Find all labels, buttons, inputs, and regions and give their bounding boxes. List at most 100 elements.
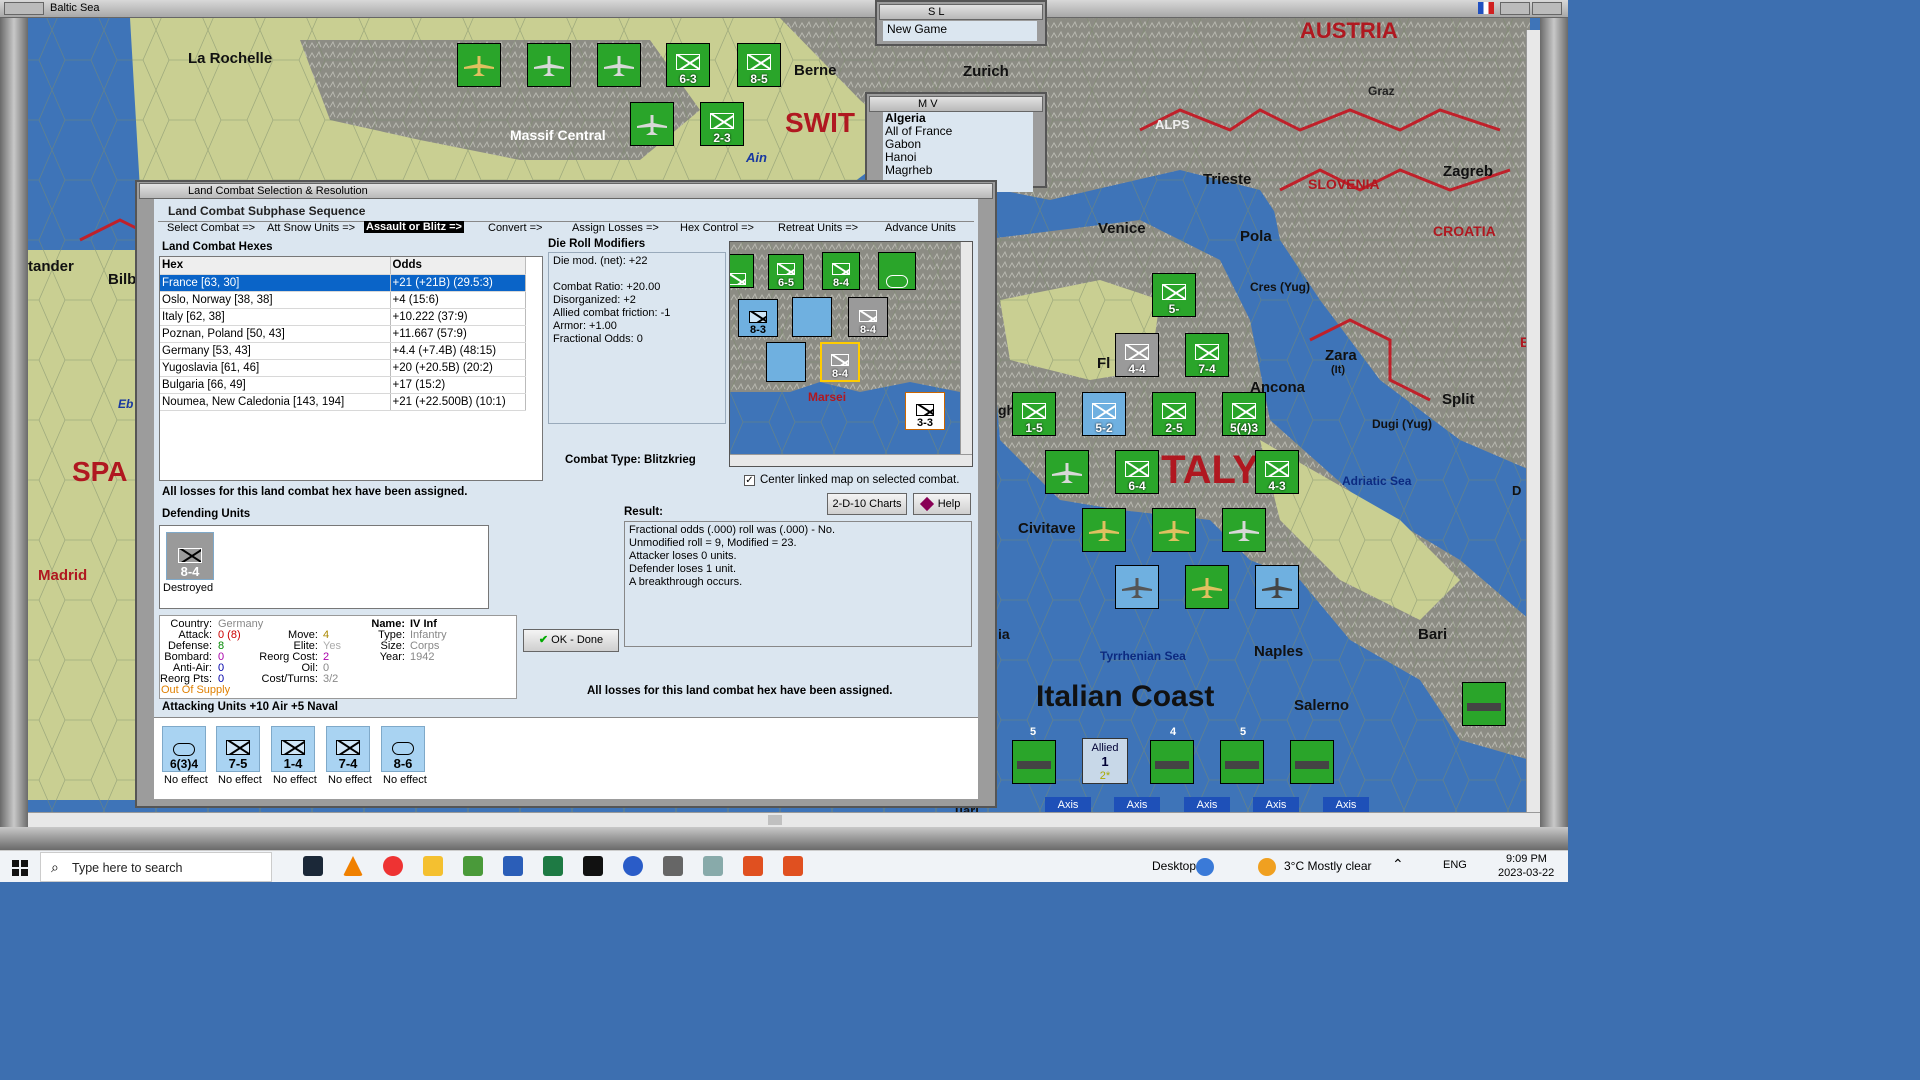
- steam-icon[interactable]: [303, 856, 323, 876]
- naval-unit-counter[interactable]: [1290, 740, 1334, 784]
- attacking-unit[interactable]: 8-6: [381, 726, 425, 772]
- minimap-counter[interactable]: 8-3: [738, 299, 778, 337]
- chrome-icon[interactable]: [383, 856, 403, 876]
- attacking-unit[interactable]: 7-5: [216, 726, 260, 772]
- air-unit-counter[interactable]: [1255, 565, 1299, 609]
- attacking-units-box[interactable]: 6(3)4 No effect 7-5 No effect 1-4 No eff…: [154, 717, 978, 799]
- naval-unit-counter[interactable]: [1220, 740, 1264, 784]
- close-button[interactable]: [1532, 2, 1562, 15]
- map-counter[interactable]: 4-3: [1255, 450, 1299, 494]
- help-button[interactable]: Help: [913, 493, 971, 515]
- minimap-vscroll[interactable]: [960, 242, 972, 466]
- vertical-scrollbar[interactable]: [1526, 30, 1540, 812]
- map-counter[interactable]: 6-3: [666, 43, 710, 87]
- map-counter[interactable]: 7-4: [1185, 333, 1229, 377]
- minimize-button[interactable]: [1500, 2, 1530, 15]
- charts-button[interactable]: 2-D-10 Charts: [827, 493, 907, 515]
- hexes-table[interactable]: Hex Odds France [63, 30] +21 (+21B) (29.5…: [159, 256, 543, 481]
- help-tray-icon[interactable]: [1196, 858, 1214, 876]
- minimap-selected-counter[interactable]: 8-4: [820, 342, 860, 382]
- ok-done-button[interactable]: ✔ OK - Done: [523, 629, 619, 652]
- map-counter[interactable]: 1-5: [1012, 392, 1056, 436]
- hex-row[interactable]: Poznan, Poland [50, 43] +11.667 (57:9): [160, 325, 526, 343]
- naval-unit-counter[interactable]: [1012, 740, 1056, 784]
- desktop-label[interactable]: Desktop: [1152, 859, 1196, 873]
- word-icon[interactable]: [503, 856, 523, 876]
- excel-icon[interactable]: [543, 856, 563, 876]
- attacking-unit[interactable]: 7-4: [326, 726, 370, 772]
- dialog-titlebar[interactable]: Land Combat Selection & Resolution: [139, 183, 993, 199]
- game-icon[interactable]: [743, 856, 763, 876]
- land-combat-dialog[interactable]: Land Combat Selection & Resolution Land …: [135, 180, 997, 808]
- minimap-air-counter[interactable]: [792, 297, 832, 337]
- map-counter[interactable]: 5(4)3: [1222, 392, 1266, 436]
- notepad-icon[interactable]: [463, 856, 483, 876]
- odds-column-header[interactable]: Odds: [390, 257, 526, 275]
- window-icon[interactable]: [703, 856, 723, 876]
- hex-row[interactable]: Germany [53, 43] +4.4 (+7.4B) (48:15): [160, 342, 526, 360]
- minimap-counter[interactable]: [878, 252, 916, 290]
- mv-window[interactable]: M V Algeria All of France Gabon Hanoi Ma…: [865, 92, 1047, 192]
- map-counter[interactable]: 4-4: [1115, 333, 1159, 377]
- hex-row[interactable]: Bulgaria [66, 49] +17 (15:2): [160, 376, 526, 394]
- main-window-titlebar[interactable]: Baltic Sea: [0, 0, 1568, 18]
- air-unit-counter[interactable]: [1222, 508, 1266, 552]
- axis-tab[interactable]: Axis: [1114, 797, 1160, 813]
- sl-list[interactable]: New Game: [883, 21, 1037, 41]
- center-map-checkbox[interactable]: ✓: [744, 475, 755, 486]
- minimap-air-counter[interactable]: [766, 342, 806, 382]
- folder-icon[interactable]: [423, 856, 443, 876]
- axis-tab[interactable]: Axis: [1045, 797, 1091, 813]
- map-counter[interactable]: 6-4: [1115, 450, 1159, 494]
- mv-window-titlebar[interactable]: M V: [869, 96, 1043, 112]
- air-unit-counter[interactable]: [1185, 565, 1229, 609]
- axis-tab[interactable]: Axis: [1184, 797, 1230, 813]
- allied-stack-box[interactable]: Allied 1 2*: [1082, 738, 1128, 784]
- air-unit-counter[interactable]: [630, 102, 674, 146]
- horizontal-scrollbar[interactable]: [28, 812, 1540, 827]
- sl-window[interactable]: S L New Game: [875, 0, 1047, 46]
- defending-units-box[interactable]: 8-4 Destroyed: [159, 525, 489, 609]
- clock-date[interactable]: 2023-03-22: [1498, 867, 1554, 879]
- linked-minimap[interactable]: 6-5 8-4 8-3 8-4 8-4 Marsei 3-3: [729, 241, 973, 467]
- window-menu-icon[interactable]: [4, 2, 44, 15]
- scrollbar-thumb[interactable]: [768, 815, 782, 825]
- defending-unit[interactable]: 8-4: [166, 532, 214, 580]
- minimap-counter[interactable]: [730, 254, 754, 288]
- calculator-icon[interactable]: [663, 856, 683, 876]
- chevron-up-icon[interactable]: ⌃: [1392, 856, 1404, 873]
- hex-row[interactable]: Yugoslavia [61, 46] +20 (+20.5B) (20:2): [160, 359, 526, 377]
- air-unit-counter[interactable]: [597, 43, 641, 87]
- air-unit-counter[interactable]: [1115, 565, 1159, 609]
- naval-unit-counter[interactable]: [1462, 682, 1506, 726]
- air-unit-counter[interactable]: [1045, 450, 1089, 494]
- hex-row[interactable]: Italy [62, 38] +10.222 (37:9): [160, 308, 526, 326]
- sl-item[interactable]: New Game: [887, 22, 947, 36]
- minimap-counter[interactable]: 6-5: [768, 254, 804, 290]
- sl-window-titlebar[interactable]: S L: [879, 4, 1043, 20]
- minimap-hscroll[interactable]: [730, 454, 972, 466]
- game-icon-2[interactable]: [783, 856, 803, 876]
- hex-row[interactable]: Noumea, New Caledonia [143, 194] +21 (+22…: [160, 393, 526, 411]
- naval-unit-counter[interactable]: [1150, 740, 1194, 784]
- app-icon[interactable]: [623, 856, 643, 876]
- mv-item[interactable]: Magrheb: [885, 164, 1031, 177]
- weather-text[interactable]: 3°C Mostly clear: [1284, 859, 1372, 873]
- language-indicator[interactable]: ENG: [1443, 859, 1467, 871]
- map-counter[interactable]: 2-3: [700, 102, 744, 146]
- axis-tab[interactable]: Axis: [1253, 797, 1299, 813]
- clock-time[interactable]: 9:09 PM: [1506, 853, 1547, 865]
- attacking-unit[interactable]: 1-4: [271, 726, 315, 772]
- windows-start-icon[interactable]: [12, 860, 28, 876]
- minimap-counter[interactable]: 8-4: [822, 252, 860, 290]
- air-unit-counter[interactable]: [1152, 508, 1196, 552]
- minimap-counter[interactable]: 3-3: [905, 392, 945, 430]
- map-counter[interactable]: 8-5: [737, 43, 781, 87]
- map-counter[interactable]: 2-5: [1152, 392, 1196, 436]
- air-unit-counter[interactable]: [527, 43, 571, 87]
- air-unit-counter[interactable]: [457, 43, 501, 87]
- hex-column-header[interactable]: Hex: [160, 257, 391, 275]
- netflix-icon[interactable]: [583, 856, 603, 876]
- axis-tab[interactable]: Axis: [1323, 797, 1369, 813]
- attacking-unit[interactable]: 6(3)4: [162, 726, 206, 772]
